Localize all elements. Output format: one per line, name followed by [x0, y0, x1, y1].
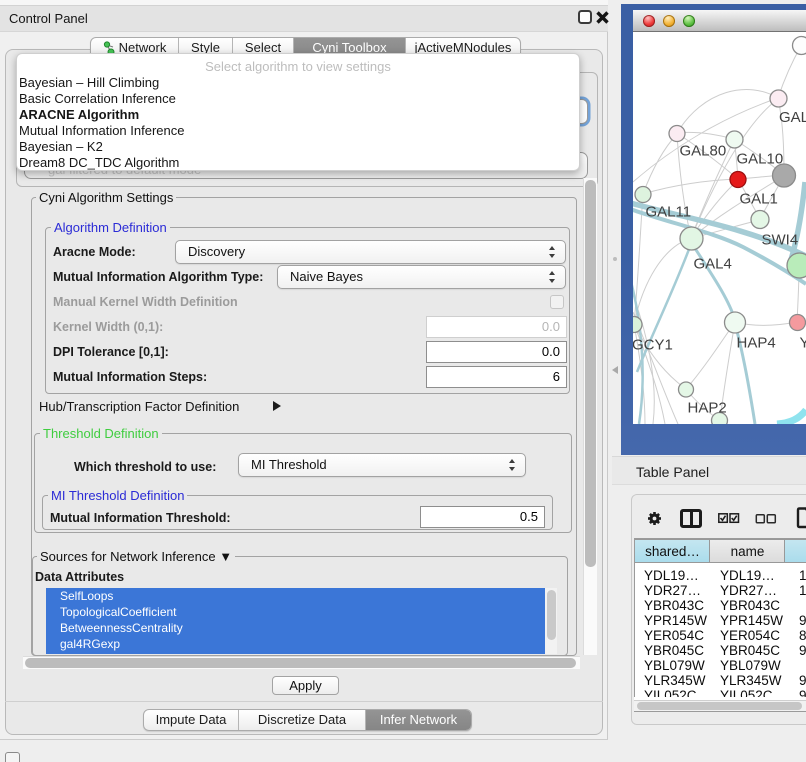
svg-text:SWI4: SWI4 [762, 232, 799, 249]
svg-text:GAL7: GAL7 [779, 109, 806, 126]
svg-text:GAL10: GAL10 [737, 151, 784, 168]
svg-text:GAL80: GAL80 [680, 143, 727, 160]
svg-text:GAL11: GAL11 [646, 204, 692, 221]
svg-text:GAL4: GAL4 [694, 256, 732, 273]
svg-text:HAP4: HAP4 [737, 335, 776, 352]
svg-text:GAL1: GAL1 [740, 191, 778, 208]
svg-text:HAP2: HAP2 [688, 400, 727, 417]
svg-text:Y: Y [800, 335, 806, 352]
svg-text:GCY1: GCY1 [633, 337, 673, 354]
